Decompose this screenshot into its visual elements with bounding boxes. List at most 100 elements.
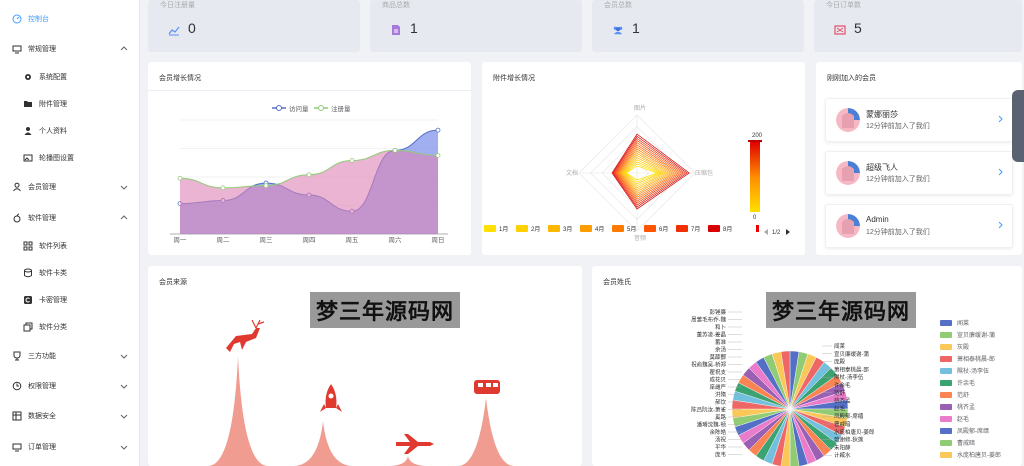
rocket-icon <box>320 384 342 412</box>
legend-label: 4月 <box>595 226 604 233</box>
legend-swatch <box>676 225 688 232</box>
legend-swatch <box>708 225 720 232</box>
copyright-icon <box>23 295 33 305</box>
legend-label: 凤殿郁-席缙 <box>957 429 989 435</box>
legend-label: 5月 <box>627 226 636 233</box>
data-point <box>263 183 269 189</box>
sidebar-item-attachments[interactable]: 附件管理 <box>0 93 140 115</box>
deer-icon <box>226 319 265 352</box>
pie-label: 彭锤廉 <box>709 308 726 316</box>
card-title: 刚刚加入的会员 <box>827 75 876 82</box>
visual-map-handle[interactable] <box>748 140 762 142</box>
stat-value: 1 <box>632 20 640 36</box>
member-item[interactable]: 蒙娜丽莎 12分钟前加入了我们 <box>825 98 1013 142</box>
legend-swatch <box>940 439 952 446</box>
sidebar-item-dashboard[interactable]: 控制台 <box>0 8 140 30</box>
x-tick-label: 周一 <box>174 236 188 244</box>
sidebar-item-card-keys[interactable]: 卡密管理 <box>0 289 140 311</box>
legend-item[interactable]: 闻莱 <box>940 318 969 327</box>
legend-item[interactable]: 宣贝廉缓谢-蒲 <box>940 330 995 339</box>
member-source-chart <box>208 319 514 466</box>
legend-label: 3月 <box>563 226 572 233</box>
pie-label: 范舒 <box>834 389 846 397</box>
pie-label: 成花贝 <box>709 376 726 384</box>
sidebar-item-general[interactable]: 常规管理 <box>0 38 140 60</box>
legend-swatch <box>940 427 952 434</box>
side-float-tab[interactable] <box>1012 90 1024 162</box>
legend-swatch <box>756 225 759 232</box>
legend-item[interactable]: 凤殿郁-席缙 <box>940 426 989 435</box>
legend-label: 萧相泰桃晨-郎 <box>957 357 995 363</box>
pie-label: 水庞柏唐贝-姜郎 <box>834 428 875 436</box>
sidebar-item-carousel[interactable]: 轮播图设置 <box>0 147 140 169</box>
sidebar-item-software-category[interactable]: 软件分类 <box>0 316 140 338</box>
legend-item[interactable]: 水庞柏唐贝-姜郎 <box>940 450 1001 459</box>
airplane-icon <box>396 434 434 454</box>
visual-map-max: 200 <box>752 133 763 139</box>
legend-item[interactable]: 范舒 <box>940 390 969 399</box>
member-joined-time: 12分钟前加入了我们 <box>866 123 930 130</box>
sidebar-item-software-list[interactable]: 软件列表 <box>0 235 140 257</box>
legend-swatch <box>940 391 952 398</box>
legend-swatch <box>516 225 528 232</box>
legend-item[interactable]: 许余毛 <box>940 378 975 387</box>
sidebar-item-software[interactable]: 软件管理 <box>0 207 140 229</box>
pie-label: 余陈皓 <box>709 428 726 436</box>
sidebar-item-members[interactable]: 会员管理 <box>0 176 140 198</box>
trophy-icon <box>12 351 22 361</box>
clock-icon <box>12 381 22 391</box>
sidebar-item-third-party[interactable]: 三方功能 <box>0 345 140 367</box>
table-icon <box>12 411 22 421</box>
pie-label: 和卜 <box>715 323 726 331</box>
stat-label: 今日注册量 <box>160 2 195 9</box>
stat-value: 5 <box>854 20 862 36</box>
pie-label: 周雏毛布乔-魏 <box>691 316 726 324</box>
legend-item[interactable]: 桃齐孟 <box>940 402 975 411</box>
sidebar-item-label: 个人资料 <box>39 128 67 135</box>
member-surname-card: 会员姓氏 梦三年源码网 彭锤廉 周雏毛布乔-魏 和卜 董苏凌-姜晶 蓄准 余汤 莫薜酆 祝俞魏… <box>592 266 1022 466</box>
legend-next-icon[interactable] <box>786 229 790 235</box>
pie-label: 奚路 <box>715 413 727 421</box>
series-area <box>180 150 438 234</box>
legend-swatch <box>940 319 952 326</box>
sidebar-item-label: 卡密管理 <box>39 297 67 304</box>
pie-label: 许余毛 <box>834 381 851 389</box>
member-joined-time: 12分钟前加入了我们 <box>866 176 930 183</box>
pie-label: 赵毛 <box>834 404 846 412</box>
legend-label: 曹戚暗 <box>957 441 976 447</box>
pictorial-bar <box>208 356 268 466</box>
pie-label: 计臧水 <box>834 451 851 459</box>
legend-item[interactable]: 曹戚暗 <box>940 438 975 447</box>
member-name: 超级飞人 <box>866 163 898 172</box>
pie-label: 莫薜酆 <box>709 353 726 361</box>
sidebar-item-data-security[interactable]: 数据安全 <box>0 405 140 427</box>
radar-indicator: 压缩包 <box>695 169 713 177</box>
sidebar-item-permissions[interactable]: 权限管理 <box>0 375 140 397</box>
legend-item[interactable]: 萧相泰桃晨-郎 <box>940 354 995 363</box>
attachment-growth-card: 附件增长情况 图片 压缩包 音频 文档 200 0 1月 2月 3月 4月 5月 6月 7月… <box>482 62 805 255</box>
chart-series <box>177 127 441 234</box>
sidebar-item-profile[interactable]: 个人资料 <box>0 120 140 142</box>
sidebar-item-label: 会员管理 <box>28 184 56 191</box>
image-icon <box>23 153 33 163</box>
member-growth-card: 会员增长情况 访问量 注册量 周一 周二 周三 周四 周五 周六 周日 <box>148 62 471 255</box>
sidebar-item-label: 数据安全 <box>28 413 56 420</box>
member-item[interactable]: 超级飞人 12分钟前加入了我们 <box>825 151 1013 195</box>
pictorial-bar <box>458 398 514 466</box>
member-source-card: 会员来源 梦三年源码网 <box>148 266 582 466</box>
stat-label: 会员总数 <box>604 2 632 9</box>
legend-prev-icon[interactable] <box>764 229 768 235</box>
sidebar-item-label: 软件分类 <box>39 324 67 331</box>
member-item[interactable]: Admin 12分钟前加入了我们 <box>825 204 1013 248</box>
monitor-icon <box>12 442 22 452</box>
legend-label: 6月 <box>659 226 668 233</box>
legend-item[interactable]: 赵毛 <box>940 414 969 423</box>
pictorial-bar <box>388 456 428 466</box>
legend-item[interactable]: 隰杖-汤李伍 <box>940 366 989 375</box>
x-tick-label: 周五 <box>346 236 360 244</box>
sidebar-item-system-config[interactable]: 系统配置 <box>0 66 140 88</box>
legend-item[interactable]: 灰殿 <box>940 342 969 351</box>
sidebar-item-card-types[interactable]: 软件卡类 <box>0 262 140 284</box>
x-axis-labels: 周一 周二 周三 周四 周五 周六 周日 <box>174 235 445 244</box>
sidebar-item-orders[interactable]: 订单管理 <box>0 436 140 458</box>
